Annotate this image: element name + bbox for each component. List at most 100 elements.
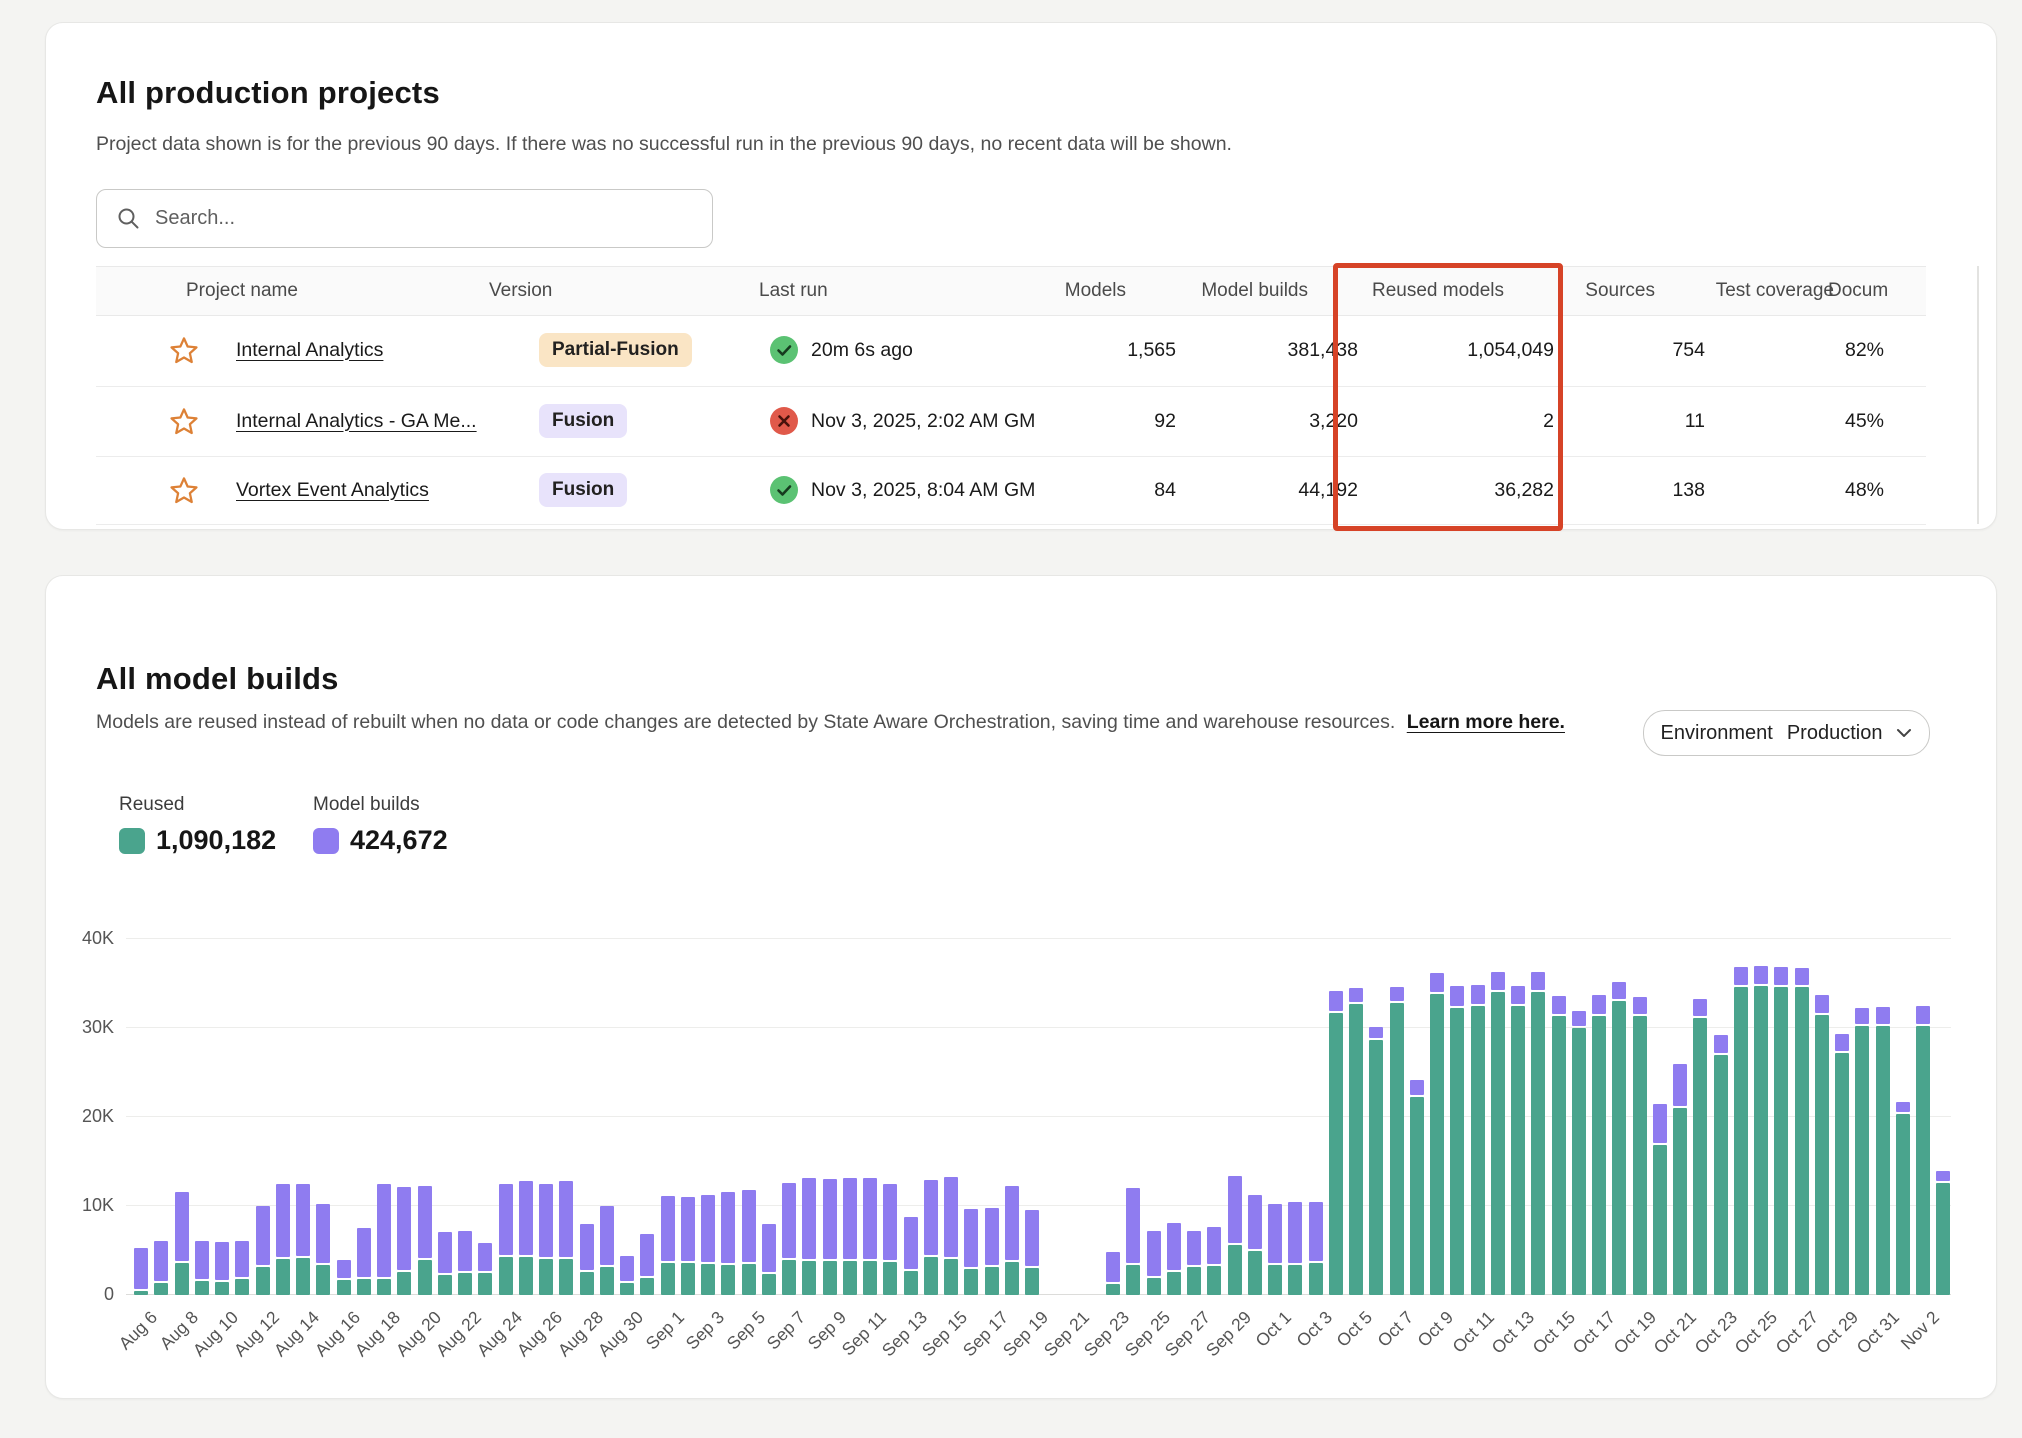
bar-reused bbox=[1552, 1016, 1566, 1295]
bar-model-builds bbox=[843, 1178, 857, 1259]
bar-model-builds bbox=[256, 1206, 270, 1266]
bar-model-builds bbox=[1268, 1204, 1282, 1263]
run-success-icon bbox=[769, 475, 799, 505]
bar-model-builds bbox=[1228, 1176, 1242, 1243]
project-name-text[interactable]: Internal Analytics bbox=[236, 339, 383, 362]
bar-reused bbox=[377, 1279, 391, 1295]
bar-reused bbox=[1430, 994, 1444, 1295]
column-header-last-run: Last run bbox=[759, 267, 828, 315]
bar-model-builds bbox=[1754, 966, 1768, 984]
bar-model-builds bbox=[1552, 996, 1566, 1015]
bar-reused bbox=[1167, 1272, 1181, 1295]
table-row: Internal Analytics Partial-Fusion 20m 6s a… bbox=[96, 314, 1926, 387]
bar-model-builds bbox=[1349, 988, 1363, 1002]
bar-reused bbox=[1754, 986, 1768, 1295]
model-builds-value: 44,192 bbox=[1298, 456, 1358, 524]
bar-reused bbox=[620, 1283, 634, 1295]
bar-model-builds bbox=[1653, 1104, 1667, 1142]
test-coverage-value: 48% bbox=[1845, 456, 1884, 524]
bar-model-builds bbox=[1025, 1210, 1039, 1266]
y-axis-tick-30K: 30K bbox=[54, 1017, 114, 1038]
bar-reused bbox=[1126, 1265, 1140, 1295]
column-header-reused-models: Reused models bbox=[1372, 267, 1504, 315]
bar-reused bbox=[154, 1283, 168, 1295]
sources-value: 754 bbox=[1672, 314, 1705, 386]
bar-reused bbox=[1734, 987, 1748, 1295]
bar-model-builds bbox=[1369, 1027, 1383, 1039]
builds-description-text: Models are reused instead of rebuilt whe… bbox=[96, 711, 1395, 733]
environment-dropdown[interactable]: Environment Production bbox=[1643, 710, 1930, 756]
bar-model-builds bbox=[1248, 1195, 1262, 1248]
project-name-link[interactable]: Internal Analytics bbox=[236, 314, 383, 386]
version-badge: Partial-Fusion bbox=[539, 314, 692, 386]
bar-reused bbox=[1612, 1001, 1626, 1295]
bar-reused bbox=[296, 1258, 310, 1295]
bar-reused bbox=[1248, 1251, 1262, 1296]
bar-model-builds bbox=[478, 1243, 492, 1271]
last-run-cell: Nov 3, 2025, 8:04 AM GM bbox=[769, 456, 1099, 524]
bar-reused bbox=[944, 1259, 958, 1295]
search-box[interactable] bbox=[96, 189, 713, 248]
bar-model-builds bbox=[1126, 1188, 1140, 1263]
projects-card-subtitle: Project data shown is for the previous 9… bbox=[96, 133, 1232, 156]
bar-reused bbox=[904, 1271, 918, 1295]
favorite-star-icon[interactable] bbox=[169, 456, 199, 524]
bar-model-builds bbox=[1106, 1252, 1120, 1282]
column-header-test-coverage: Test coverage bbox=[1716, 267, 1834, 315]
bar-reused bbox=[1268, 1265, 1282, 1295]
bar-reused bbox=[316, 1265, 330, 1295]
project-name-text[interactable]: Internal Analytics - GA Me... bbox=[236, 410, 477, 433]
last-run-time: 20m 6s ago bbox=[811, 339, 913, 362]
bar-reused bbox=[1714, 1055, 1728, 1295]
models-value: 92 bbox=[1154, 386, 1176, 456]
project-name-text[interactable]: Vortex Event Analytics bbox=[236, 479, 429, 502]
legend-swatch-icon bbox=[313, 828, 339, 854]
bar-model-builds bbox=[1167, 1223, 1181, 1270]
bar-model-builds bbox=[1896, 1102, 1910, 1113]
favorite-star-icon[interactable] bbox=[169, 314, 199, 386]
project-name-link[interactable]: Vortex Event Analytics bbox=[236, 456, 429, 524]
legend-item-model-builds: Model builds424,672 bbox=[313, 794, 448, 856]
bar-reused bbox=[742, 1264, 756, 1295]
bar-model-builds bbox=[1329, 991, 1343, 1011]
bar-reused bbox=[1369, 1040, 1383, 1295]
models-value: 1,565 bbox=[1127, 314, 1176, 386]
y-axis-tick-10K: 10K bbox=[54, 1195, 114, 1216]
bar-reused bbox=[1531, 992, 1545, 1295]
bar-model-builds bbox=[944, 1177, 958, 1257]
column-header-sources: Sources bbox=[1585, 267, 1655, 315]
reused-models-value: 36,282 bbox=[1494, 456, 1554, 524]
bar-model-builds bbox=[640, 1234, 654, 1276]
bar-model-builds bbox=[1207, 1227, 1221, 1263]
learn-more-link[interactable]: Learn more here. bbox=[1407, 711, 1565, 733]
bar-reused bbox=[1207, 1266, 1221, 1295]
bar-reused bbox=[458, 1273, 472, 1295]
bar-model-builds bbox=[802, 1178, 816, 1259]
bar-reused bbox=[1329, 1013, 1343, 1295]
environment-dropdown-value: Production bbox=[1787, 722, 1883, 745]
bar-model-builds bbox=[1673, 1064, 1687, 1106]
bar-reused bbox=[782, 1260, 796, 1295]
bar-model-builds bbox=[883, 1184, 897, 1260]
bar-model-builds bbox=[580, 1224, 594, 1270]
bar-model-builds bbox=[1774, 967, 1788, 985]
bar-reused bbox=[559, 1259, 573, 1295]
bar-reused bbox=[1187, 1267, 1201, 1295]
bar-model-builds bbox=[235, 1241, 249, 1277]
project-name-link[interactable]: Internal Analytics - GA Me... bbox=[236, 386, 477, 456]
favorite-star-icon[interactable] bbox=[169, 386, 199, 456]
legend-item-reused: Reused1,090,182 bbox=[119, 794, 276, 856]
bar-model-builds bbox=[742, 1190, 756, 1262]
bar-model-builds bbox=[1592, 995, 1606, 1015]
version-badge-label: Fusion bbox=[539, 473, 627, 507]
bar-model-builds bbox=[1410, 1080, 1424, 1094]
table-header-row: Project nameVersionLast runModelsModel b… bbox=[96, 266, 1926, 316]
table-right-divider bbox=[1977, 266, 1979, 524]
bar-reused bbox=[215, 1282, 229, 1295]
run-success-icon bbox=[769, 335, 799, 365]
bar-model-builds bbox=[154, 1241, 168, 1281]
bar-model-builds bbox=[1572, 1011, 1586, 1026]
bar-model-builds bbox=[1855, 1008, 1869, 1024]
bar-reused bbox=[478, 1273, 492, 1295]
search-input[interactable] bbox=[153, 206, 697, 231]
